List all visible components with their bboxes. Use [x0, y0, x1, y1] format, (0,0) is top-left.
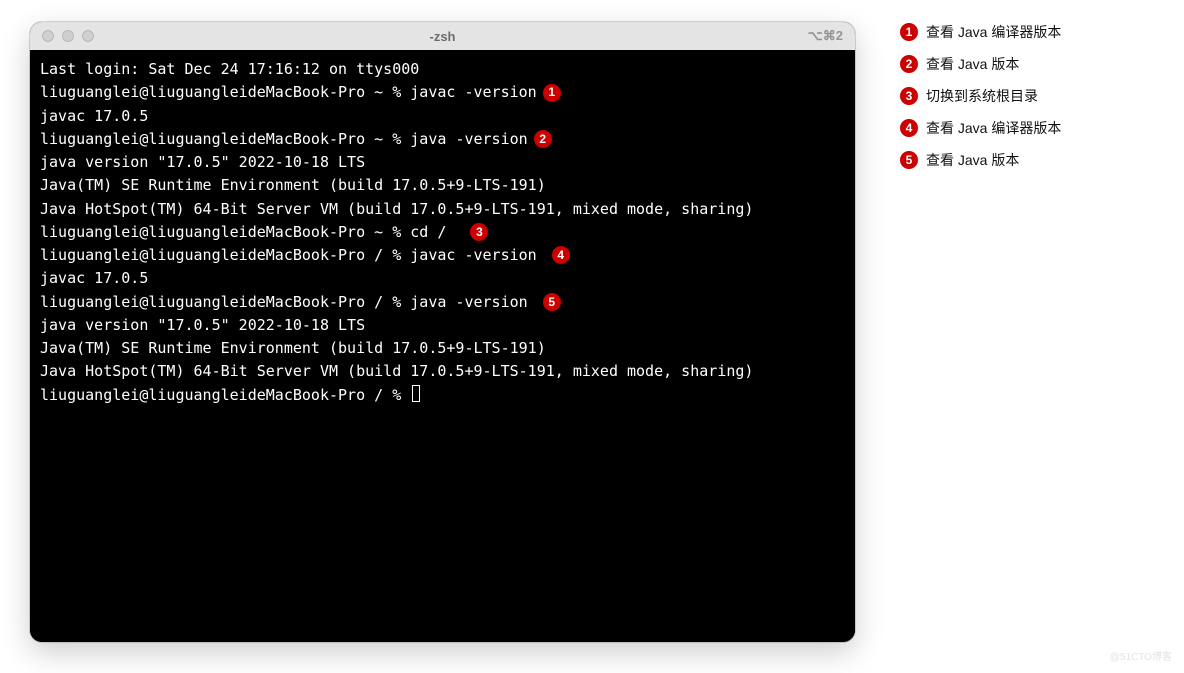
legend-badge: 1: [900, 23, 918, 41]
terminal-window: -zsh ⌥⌘2 Last login: Sat Dec 24 17:16:12…: [30, 22, 855, 642]
terminal-line: liuguanglei@liuguangleideMacBook-Pro / %…: [40, 291, 845, 314]
terminal-line: liuguanglei@liuguangleideMacBook-Pro / %…: [40, 244, 845, 267]
terminal-text: liuguanglei@liuguangleideMacBook-Pro ~ %…: [40, 130, 528, 148]
annotation-badge: 4: [552, 246, 570, 264]
terminal-text: Java HotSpot(TM) 64-Bit Server VM (build…: [40, 200, 753, 218]
legend-row: 4 查看 Java 编译器版本: [900, 118, 1061, 138]
terminal-text: Java(TM) SE Runtime Environment (build 1…: [40, 176, 546, 194]
legend-label: 查看 Java 编译器版本: [926, 118, 1061, 138]
watermark: @51CTO博客: [1110, 648, 1172, 663]
cursor: [412, 385, 420, 402]
terminal-text: liuguanglei@liuguangleideMacBook-Pro / %: [40, 386, 410, 404]
window-title: -zsh: [30, 29, 855, 44]
legend-badge: 4: [900, 119, 918, 137]
terminal-text: liuguanglei@liuguangleideMacBook-Pro ~ %…: [40, 223, 464, 241]
terminal-line: Java(TM) SE Runtime Environment (build 1…: [40, 337, 845, 360]
legend-label: 查看 Java 版本: [926, 150, 1019, 170]
zoom-dot[interactable]: [82, 30, 94, 42]
terminal-text: javac 17.0.5: [40, 107, 148, 125]
traffic-lights: [42, 30, 94, 42]
terminal-text: liuguanglei@liuguangleideMacBook-Pro / %…: [40, 293, 537, 311]
terminal-text: Java(TM) SE Runtime Environment (build 1…: [40, 339, 546, 357]
terminal-line: liuguanglei@liuguangleideMacBook-Pro ~ %…: [40, 221, 845, 244]
annotation-badge: 1: [543, 84, 561, 102]
legend-row: 5 查看 Java 版本: [900, 150, 1061, 170]
legend-label: 切换到系统根目录: [926, 86, 1038, 106]
terminal-text: java version "17.0.5" 2022-10-18 LTS: [40, 316, 365, 334]
legend-badge: 3: [900, 87, 918, 105]
terminal-line: liuguanglei@liuguangleideMacBook-Pro / %: [40, 384, 845, 407]
legend-row: 2 查看 Java 版本: [900, 54, 1061, 74]
terminal-text: liuguanglei@liuguangleideMacBook-Pro ~ %…: [40, 83, 537, 101]
terminal-body[interactable]: Last login: Sat Dec 24 17:16:12 on ttys0…: [30, 50, 855, 642]
terminal-line: java version "17.0.5" 2022-10-18 LTS: [40, 151, 845, 174]
terminal-text: Last login: Sat Dec 24 17:16:12 on ttys0…: [40, 60, 419, 78]
annotation-badge: 2: [534, 130, 552, 148]
annotation-badge: 3: [470, 223, 488, 241]
legend-label: 查看 Java 版本: [926, 54, 1019, 74]
terminal-text: javac 17.0.5: [40, 269, 148, 287]
terminal-text: Java HotSpot(TM) 64-Bit Server VM (build…: [40, 362, 753, 380]
terminal-line: Java HotSpot(TM) 64-Bit Server VM (build…: [40, 198, 845, 221]
legend-row: 1 查看 Java 编译器版本: [900, 22, 1061, 42]
legend-badge: 5: [900, 151, 918, 169]
annotation-badge: 5: [543, 293, 561, 311]
terminal-line: Java(TM) SE Runtime Environment (build 1…: [40, 174, 845, 197]
legend-label: 查看 Java 编译器版本: [926, 22, 1061, 42]
terminal-line: Last login: Sat Dec 24 17:16:12 on ttys0…: [40, 58, 845, 81]
terminal-text: liuguanglei@liuguangleideMacBook-Pro / %…: [40, 246, 546, 264]
terminal-line: liuguanglei@liuguangleideMacBook-Pro ~ %…: [40, 81, 845, 104]
titlebar: -zsh ⌥⌘2: [30, 22, 855, 50]
window-shortcut: ⌥⌘2: [808, 28, 843, 44]
legend-badge: 2: [900, 55, 918, 73]
legend: 1 查看 Java 编译器版本 2 查看 Java 版本 3 切换到系统根目录 4 查看 Ja…: [900, 22, 1061, 182]
terminal-line: javac 17.0.5: [40, 267, 845, 290]
terminal-line: liuguanglei@liuguangleideMacBook-Pro ~ %…: [40, 128, 845, 151]
legend-row: 3 切换到系统根目录: [900, 86, 1061, 106]
close-dot[interactable]: [42, 30, 54, 42]
terminal-line: javac 17.0.5: [40, 105, 845, 128]
terminal-text: java version "17.0.5" 2022-10-18 LTS: [40, 153, 365, 171]
terminal-line: Java HotSpot(TM) 64-Bit Server VM (build…: [40, 360, 845, 383]
minimize-dot[interactable]: [62, 30, 74, 42]
terminal-line: java version "17.0.5" 2022-10-18 LTS: [40, 314, 845, 337]
